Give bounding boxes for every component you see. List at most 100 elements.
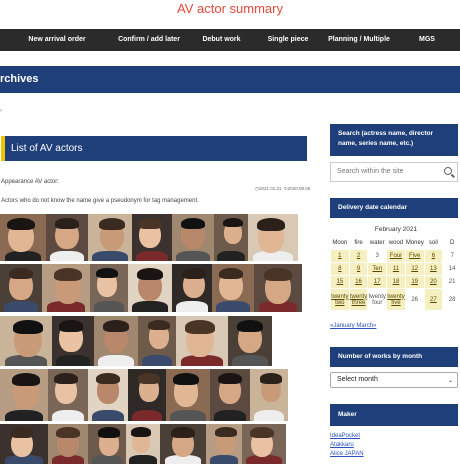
actor-photo[interactable] (94, 316, 138, 366)
actor-photo[interactable] (48, 424, 88, 464)
site-title[interactable]: AV actor summary (0, 0, 460, 28)
calendar-weekday: Money (404, 236, 425, 250)
works-by-month-heading: Number of works by month (330, 347, 458, 367)
calendar-day[interactable]: 19 (404, 275, 425, 289)
maker-link[interactable]: Atakkaru (330, 441, 364, 450)
actor-photo[interactable] (214, 214, 248, 261)
maker-list: IdeaPocket Atakkaru Alice JAPAN (330, 432, 364, 459)
search-input[interactable]: Search within the site (330, 162, 458, 182)
photo-row (0, 369, 288, 421)
calendar-day[interactable]: 20 (423, 275, 444, 289)
nav-single-piece[interactable]: Single piece (259, 29, 317, 51)
next-month-link[interactable]: March» (356, 323, 376, 329)
actor-photo[interactable] (132, 214, 172, 261)
maker-link[interactable]: IdeaPocket (330, 432, 364, 441)
search-icon[interactable] (444, 167, 452, 175)
chevron-down-icon: ⌄ (447, 378, 453, 384)
actor-photo[interactable] (88, 214, 132, 261)
calendar-day[interactable]: 9 (348, 262, 369, 276)
calendar-day[interactable]: 27 (423, 288, 444, 311)
calendar-day[interactable]: 17 (367, 275, 388, 289)
actor-photo[interactable] (138, 316, 176, 366)
actor-photo[interactable] (206, 424, 242, 464)
calendar-day: 7 (442, 249, 460, 263)
calendar-day[interactable]: 18 (386, 275, 406, 289)
actor-photo[interactable] (172, 214, 214, 261)
nav-debut-work[interactable]: Debut work (184, 29, 259, 51)
actor-photo[interactable] (160, 424, 206, 464)
calendar-weekday: D (442, 236, 460, 250)
calendar-day[interactable]: 6 (423, 249, 444, 263)
calendar-weekday: wood (386, 236, 406, 250)
actor-photo[interactable] (254, 264, 302, 312)
calendar-day[interactable]: Five (404, 249, 425, 263)
calendar-day[interactable]: 8 (330, 262, 350, 276)
actor-photo[interactable] (128, 369, 166, 421)
actor-photo[interactable] (0, 369, 48, 421)
photo-row (0, 316, 272, 366)
actor-photo[interactable] (0, 424, 48, 464)
actor-photo[interactable] (210, 369, 250, 421)
calendar-day[interactable]: Four (386, 249, 406, 263)
actor-photo[interactable] (52, 316, 94, 366)
calendar-day[interactable]: 11 (386, 262, 406, 276)
published-date: 2021.01.31 (258, 186, 282, 191)
calendar-day: twenty four (367, 288, 388, 311)
calendar-day[interactable]: 1 (330, 249, 350, 263)
actor-photo[interactable] (172, 264, 212, 312)
actor-photo[interactable] (250, 369, 288, 421)
search-widget-heading: Search (actress name, director name, ser… (330, 124, 458, 156)
nav-planning-multiple[interactable]: Planning / Multiple (317, 29, 401, 51)
calendar-nav: «January March» (330, 323, 376, 329)
actor-photo[interactable] (212, 264, 254, 312)
nav-confirm-add-later[interactable]: Confirm / add later (114, 29, 184, 51)
calendar-weekday: Moon (330, 236, 350, 250)
actor-photo[interactable] (126, 424, 160, 464)
breadcrumb-dot: › (0, 108, 2, 114)
search-placeholder: Search within the site (337, 168, 404, 175)
actor-photo[interactable] (88, 369, 128, 421)
calendar-day[interactable]: 16 (348, 275, 369, 289)
actor-photo[interactable] (0, 214, 46, 261)
actor-photo[interactable] (242, 424, 286, 464)
month-select-value: Select month (337, 376, 378, 383)
maker-link[interactable]: Alice JAPAN (330, 450, 364, 459)
actor-photo[interactable] (0, 264, 42, 312)
photo-row (0, 264, 302, 312)
calendar-day[interactable]: 2 (348, 249, 369, 263)
calendar-day[interactable]: twenty three (348, 288, 369, 311)
calendar-day[interactable]: twenty five (386, 288, 406, 311)
main-nav: New arrival order Confirm / add later De… (0, 29, 460, 51)
calendar-day[interactable]: Ten (367, 262, 388, 276)
nav-mgs[interactable]: MGS (401, 29, 453, 51)
calendar-day: 21 (442, 275, 460, 289)
calendar-day[interactable]: twenty two (330, 288, 350, 311)
calendar-day[interactable]: 12 (404, 262, 425, 276)
actor-photo[interactable] (48, 369, 88, 421)
calendar-weekday: soil (423, 236, 444, 250)
calendar-caption: February 2021 (374, 226, 418, 233)
actor-photo[interactable] (248, 214, 298, 261)
actor-photo[interactable] (90, 264, 128, 312)
actor-photo[interactable] (88, 424, 126, 464)
photo-row (0, 424, 286, 464)
calendar-weekday: fire (348, 236, 369, 250)
photo-row (0, 214, 298, 261)
actor-photo[interactable] (128, 264, 172, 312)
actor-photo[interactable] (42, 264, 90, 312)
nav-new-arrival-order[interactable]: New arrival order (0, 29, 114, 51)
post-title: List of AV actors (1, 136, 307, 161)
calendar-day[interactable]: 15 (330, 275, 350, 289)
actor-photo[interactable] (166, 369, 210, 421)
actor-photo[interactable] (0, 316, 52, 366)
appearance-label: Appearance AV actor: (1, 179, 59, 185)
archives-title: rchives (0, 66, 460, 93)
actor-photo[interactable] (46, 214, 88, 261)
prev-month-link[interactable]: «January (330, 323, 355, 329)
actor-photo[interactable] (176, 316, 228, 366)
calendar-day: 14 (442, 262, 460, 276)
calendar-day[interactable]: 13 (423, 262, 444, 276)
actor-photo[interactable] (228, 316, 272, 366)
month-select[interactable]: Select month ⌄ (330, 372, 458, 388)
calendar-widget-heading: Delivery date calendar (330, 198, 458, 218)
